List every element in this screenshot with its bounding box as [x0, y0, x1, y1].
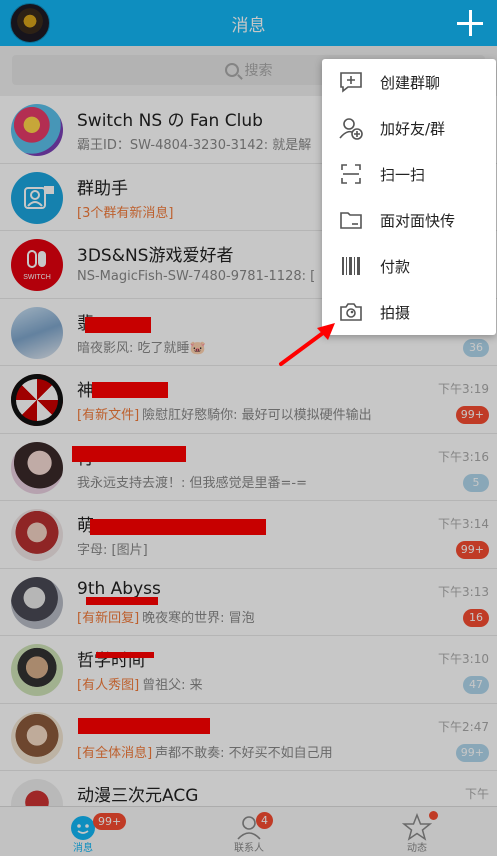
menu-item-label: 加好友/群 — [380, 120, 446, 138]
unread-badge: 5 — [463, 473, 489, 492]
conversation-name: 哲学时间 — [77, 651, 145, 671]
tab-contacts-label: 联系人 — [234, 843, 264, 854]
redaction-mark — [85, 316, 151, 333]
group-avatar — [11, 779, 63, 806]
tab-messages-label: 消息 — [73, 843, 93, 854]
add-friend-icon — [339, 118, 363, 140]
menu-item-pay[interactable]: 付款 — [322, 243, 496, 289]
menu-item-label: 面对面快传 — [380, 212, 456, 230]
conversation-name: Switch NS の Fan Club — [77, 111, 263, 131]
message-time: 下午2:47 — [438, 719, 489, 734]
plus-button[interactable] — [453, 6, 487, 40]
conversation-row[interactable]: [有全体消息] 声都不敢奏: 不好买不如自己用 下午2:47 99+ — [0, 703, 497, 771]
tag-label: [有新文件] — [77, 408, 140, 423]
svg-text:SWITCH: SWITCH — [23, 274, 51, 281]
message-time: 下午3:14 — [438, 517, 489, 531]
menu-item-label: 创建群聊 — [380, 74, 441, 92]
search-icon — [224, 63, 239, 77]
switch-logo-icon: SWITCH — [23, 250, 51, 281]
menu-item-label: 拍摄 — [380, 304, 411, 322]
menu-item-face-to-face[interactable]: 面对面快传 — [322, 197, 496, 243]
star-icon — [402, 813, 432, 841]
conversation-name: 9th Abyss — [77, 578, 161, 599]
tab-messages[interactable]: 99+ 消息 — [23, 807, 143, 856]
menu-item-scan[interactable]: 扫一扫 — [322, 151, 496, 197]
portrait-avatar — [11, 644, 63, 696]
menu-item-add-friend[interactable]: 加好友/群 — [322, 105, 496, 151]
conversation-preview: [有人秀图] 曾祖父: 来 — [77, 678, 203, 693]
conversation-row[interactable]: 萌 字母: [图片] 下午3:14 99+ — [0, 501, 497, 569]
group-avatar — [11, 306, 63, 359]
tag-label: [有人秀图] — [77, 678, 140, 693]
title-bar: 消息 — [0, 0, 497, 46]
conversation-preview: [有新回复] 晚夜寒的世界: 冒泡 — [77, 610, 255, 626]
conversation-name: 3DS&NS游戏爱好者 — [77, 246, 234, 266]
menu-item-label: 扫一扫 — [380, 166, 426, 184]
conversation-row[interactable]: 神 [有新文件] 險慰肛好愍騎你: 最好可以模拟硬件输出 下午3:19 99+ — [0, 366, 497, 434]
folder-transfer-icon — [340, 212, 362, 229]
conversation-name: 群助手 — [77, 178, 128, 199]
conversation-row[interactable]: 哲学时间 [有人秀图] 曾祖父: 来 下午3:10 47 — [0, 636, 497, 704]
anime-avatar — [11, 576, 63, 629]
group-assistant-icon — [24, 185, 54, 209]
unread-badge: 99+ — [455, 541, 489, 559]
redaction-mark — [90, 519, 266, 535]
redaction-mark — [86, 596, 158, 605]
umbrella-logo-avatar — [11, 374, 63, 426]
unread-badge: 36 — [463, 338, 489, 357]
conversation-preview: 暗夜影风: 吃了就睡🐷 — [77, 340, 206, 356]
tab-feeds[interactable]: 动态 — [357, 807, 477, 856]
unread-badge: 99+ — [455, 743, 489, 762]
group-avatar — [11, 104, 63, 156]
tab-contacts[interactable]: 4 联系人 — [189, 807, 309, 856]
menu-item-label: 付款 — [380, 258, 411, 276]
page-title: 消息 — [231, 16, 266, 36]
conversation-row[interactable]: 9th Abyss [有新回复] 晚夜寒的世界: 冒泡 下午3:13 16 — [0, 568, 497, 636]
anime-avatar — [11, 711, 63, 764]
barcode-icon — [342, 257, 360, 275]
redaction-mark — [78, 717, 210, 734]
message-time: 下午3:19 — [438, 382, 489, 396]
conversation-row[interactable]: 动漫三次元ACG 下午 — [0, 771, 497, 806]
search-placeholder: 搜索 — [244, 63, 273, 79]
conversation-preview: [有新文件] 險慰肛好愍騎你: 最好可以模拟硬件输出 — [77, 408, 372, 423]
unread-badge: 16 — [463, 608, 489, 627]
messages-unread-badge: 99+ — [93, 813, 127, 830]
tag-label: [3个群有新消息] — [77, 205, 174, 221]
redaction-mark — [92, 382, 168, 398]
create-group-icon — [340, 72, 362, 93]
conversation-preview: 我永远支持去渡！: 但我感觉是里番=-= — [77, 475, 307, 491]
conversation-name: 动漫三次元ACG — [77, 786, 199, 806]
nintendo-switch-avatar: SWITCH — [11, 239, 63, 291]
annotation-arrow — [279, 323, 335, 366]
redaction-mark — [72, 445, 186, 462]
conversation-preview: 字母: [图片] — [77, 543, 148, 558]
conversation-row[interactable]: 行 我永远支持去渡！: 但我感觉是里番=-= 下午3:16 5 — [0, 433, 497, 501]
message-time: 下午 — [464, 787, 489, 801]
message-time: 下午3:16 — [438, 449, 489, 464]
message-time: 下午3:10 — [438, 652, 489, 666]
anime-avatar — [11, 509, 63, 561]
bottom-tab-bar: 99+ 消息 4 联系人 动态 — [0, 806, 497, 856]
tag-label: [有新回复] — [77, 610, 140, 626]
message-time: 下午3:13 — [438, 584, 489, 599]
menu-item-create-group[interactable]: 创建群聊 — [322, 59, 496, 105]
conversation-preview: [有全体消息] 声都不敢奏: 不好买不如自己用 — [77, 745, 333, 761]
group-assistant-avatar — [11, 171, 63, 224]
scan-icon — [341, 164, 361, 184]
anime-avatar — [11, 441, 63, 494]
tag-label: [有全体消息] — [77, 745, 153, 761]
menu-item-camera[interactable]: 拍摄 — [322, 289, 496, 335]
plus-popup-menu: 创建群聊 加好友/群 扫一扫 面对面快传 付款 拍摄 — [322, 59, 496, 335]
unread-badge: 99+ — [455, 406, 489, 424]
new-dot — [429, 811, 438, 820]
tab-feeds-label: 动态 — [407, 843, 427, 854]
unread-badge: 47 — [463, 676, 489, 694]
contacts-unread-badge: 4 — [256, 812, 273, 829]
redaction-mark — [96, 652, 154, 658]
